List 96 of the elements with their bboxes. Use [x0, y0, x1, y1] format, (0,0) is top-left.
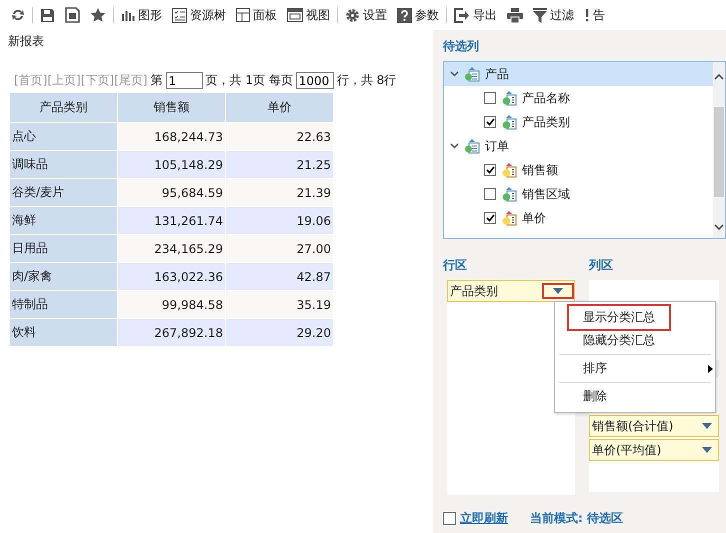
star-icon: [90, 7, 106, 23]
table-cell: 131,261.74: [118, 206, 225, 234]
checkbox[interactable]: [443, 512, 456, 525]
column-header: 产品类别: [10, 93, 117, 122]
table-cell: 22.63: [226, 122, 333, 150]
section-title: 列区: [589, 257, 613, 274]
save-icon: [40, 8, 55, 22]
column-header: 单价: [226, 93, 333, 122]
pager-text: 页，共 1页 每页: [206, 72, 293, 89]
table-cell: 95,684.59: [118, 178, 225, 206]
table-cell: 234,165.29: [118, 234, 225, 262]
print-icon: [507, 8, 523, 22]
menu-item[interactable]: 删除: [557, 385, 713, 408]
toolbar-button[interactable]: 图形: [116, 4, 167, 26]
submenu-arrow-icon: [708, 364, 713, 372]
dropdown-arrow-icon[interactable]: [702, 447, 712, 453]
field-chip[interactable]: 产品类别: [447, 280, 575, 302]
auto-refresh-link[interactable]: 立即刷新: [460, 510, 508, 527]
settings-icon: [345, 8, 360, 22]
table-cell: 饮料: [10, 318, 117, 346]
table-cell: 27.00: [226, 234, 333, 262]
table-cell: 点心: [10, 122, 117, 150]
dimension-field-icon: [501, 90, 517, 106]
filter-icon: [533, 8, 547, 22]
menu-item[interactable]: 排序: [557, 357, 713, 380]
report-title: 新报表: [8, 33, 44, 50]
dropdown-arrow-icon[interactable]: [702, 423, 712, 429]
measure-field-icon: [501, 162, 517, 178]
toolbar-button[interactable]: 告: [579, 4, 610, 26]
chevron-icon[interactable]: [450, 71, 459, 77]
section-title: 待选列: [443, 38, 479, 55]
menu-item[interactable]: 隐藏分类汇总: [557, 329, 713, 352]
toolbar-button[interactable]: 参数: [392, 4, 444, 26]
rows-per-page-field[interactable]: 1000: [296, 72, 334, 89]
table-cell: 特制品: [10, 290, 117, 318]
pager-text: 行，共 8行: [336, 72, 396, 89]
window-icon: [287, 8, 303, 22]
checkbox[interactable]: [484, 116, 496, 128]
checklist-icon: [172, 8, 187, 22]
measure-field-icon: [501, 210, 517, 226]
table-icon: [464, 138, 480, 154]
toolbar-button[interactable]: 视图: [282, 4, 335, 26]
tree-item[interactable]: 产品类别: [444, 110, 713, 134]
toolbar-button[interactable]: 导出: [449, 4, 502, 26]
export-icon: [454, 8, 470, 22]
table-cell: 19.06: [226, 206, 333, 234]
menu-item[interactable]: 显示分类汇总: [569, 306, 669, 329]
table-cell: 35.19: [226, 290, 333, 318]
page-field[interactable]: 1: [166, 72, 202, 89]
section-title: 行区: [443, 257, 467, 274]
refresh-icon: [11, 8, 25, 22]
tree-item[interactable]: 销售区域: [444, 182, 713, 206]
table-cell: 267,892.18: [118, 318, 225, 346]
table-cell: 168,244.73: [118, 122, 225, 150]
scroll-up-icon[interactable]: [714, 74, 724, 80]
checkbox[interactable]: [484, 212, 496, 224]
pager-text: 第: [150, 72, 162, 89]
table-cell: 99,984.58: [118, 290, 225, 318]
checkbox[interactable]: [484, 164, 496, 176]
bar-chart-icon: [121, 8, 135, 22]
help-icon: [397, 8, 412, 22]
toolbar-button[interactable]: 设置: [340, 4, 392, 26]
table-cell: 海鲜: [10, 206, 117, 234]
table-cell: 调味品: [10, 150, 117, 178]
alert-icon: [584, 8, 590, 22]
table-cell: 105,148.29: [118, 150, 225, 178]
checkbox[interactable]: [484, 92, 496, 104]
table-cell: 肉/家禽: [10, 262, 117, 290]
column-header: 销售额: [118, 93, 225, 122]
document-icon: [65, 7, 80, 23]
dimension-field-icon: [501, 114, 517, 130]
table-cell: 谷类/麦片: [10, 178, 117, 206]
table-icon: [464, 66, 480, 82]
mode-label: 当前模式: 待选区: [530, 510, 623, 527]
tree-item[interactable]: 单价: [444, 206, 713, 230]
toolbar-button[interactable]: 面板: [231, 4, 282, 26]
field-chip[interactable]: 销售额(合计值): [589, 415, 719, 437]
table-cell: 日用品: [10, 234, 117, 262]
tree-node[interactable]: 订单: [444, 134, 713, 158]
scroll-down-icon[interactable]: [714, 224, 724, 230]
checkbox[interactable]: [484, 188, 496, 200]
tree-item[interactable]: 产品名称: [444, 86, 713, 110]
layout-icon: [236, 8, 250, 22]
tree-item[interactable]: 销售额: [444, 158, 713, 182]
table-cell: 21.39: [226, 178, 333, 206]
toolbar-button[interactable]: 过滤: [528, 4, 579, 26]
chevron-icon[interactable]: [450, 143, 459, 149]
dimension-field-icon: [501, 186, 517, 202]
table-cell: 42.87: [226, 262, 333, 290]
table-cell: 21.25: [226, 150, 333, 178]
field-chip[interactable]: 单价(平均值): [589, 439, 719, 461]
table-cell: 29.20: [226, 318, 333, 346]
tree-node[interactable]: 产品: [444, 62, 713, 86]
toolbar-button[interactable]: 资源树: [167, 4, 231, 26]
table-cell: 163,022.36: [118, 262, 225, 290]
scrollbar[interactable]: [713, 62, 725, 238]
